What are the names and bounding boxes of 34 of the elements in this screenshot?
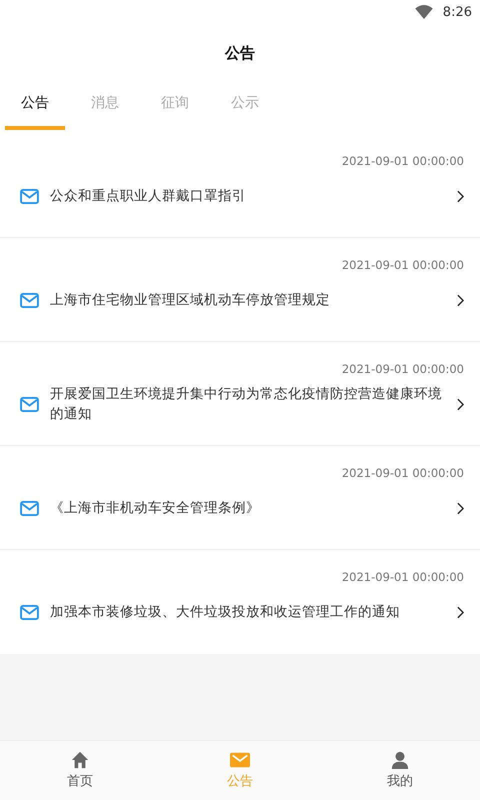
notice-title: 开展爱国卫生环境提升集中行动为常态化疫情防控营造健康环境的通知: [50, 385, 443, 424]
chevron-right-icon: [457, 190, 464, 202]
home-icon: [70, 751, 90, 769]
notice-date: 2021-09-01 00:00:00: [342, 570, 464, 584]
chevron-right-icon: [457, 502, 464, 514]
notice-title: 公众和重点职业人群戴口罩指引: [50, 187, 247, 206]
tab[interactable]: 公告: [5, 82, 65, 130]
envelope-icon: [20, 500, 39, 516]
notice-item[interactable]: 2021-09-01 00:00:00 加强本市装修垃圾、大件垃圾投放和收运管理工作的通知: [0, 550, 480, 654]
chevron-right-icon: [457, 398, 464, 410]
notice-date: 2021-09-01 00:00:00: [342, 154, 464, 168]
envelope-icon: [20, 292, 39, 308]
notice-title: 《上海市非机动车安全管理条例》: [50, 499, 261, 518]
envelope-icon: [20, 396, 39, 412]
nav-item[interactable]: 我的: [320, 741, 480, 800]
notice-item[interactable]: 2021-09-01 00:00:00 开展爱国卫生环境提升集中行动为常态化疫情防控营造健康环境的通知: [0, 342, 480, 446]
notice-date: 2021-09-01 00:00:00: [342, 258, 464, 272]
envelope-icon: [20, 604, 39, 620]
notice-title: 上海市住宅物业管理区域机动车停放管理规定: [50, 291, 331, 310]
nav-item[interactable]: 首页: [0, 741, 160, 800]
notice-item[interactable]: 2021-09-01 00:00:00 公众和重点职业人群戴口罩指引: [0, 134, 480, 238]
envelope-icon: [20, 188, 39, 204]
notice-date: 2021-09-01 00:00:00: [342, 466, 464, 480]
notice-item[interactable]: 2021-09-01 00:00:00 上海市住宅物业管理区域机动车停放管理规定: [0, 238, 480, 342]
user-icon: [390, 751, 410, 769]
wifi-icon: [414, 5, 433, 19]
notice-title: 加强本市装修垃圾、大件垃圾投放和收运管理工作的通知: [50, 603, 401, 622]
chevron-right-icon: [457, 606, 464, 618]
status-time: 8:26: [442, 4, 472, 20]
notice-item[interactable]: 2021-09-01 00:00:00 《上海市非机动车安全管理条例》: [0, 446, 480, 550]
page-title: 公告: [225, 44, 255, 62]
notice-date: 2021-09-01 00:00:00: [342, 362, 464, 376]
envelope-icon: [230, 751, 250, 769]
chevron-right-icon: [457, 294, 464, 306]
